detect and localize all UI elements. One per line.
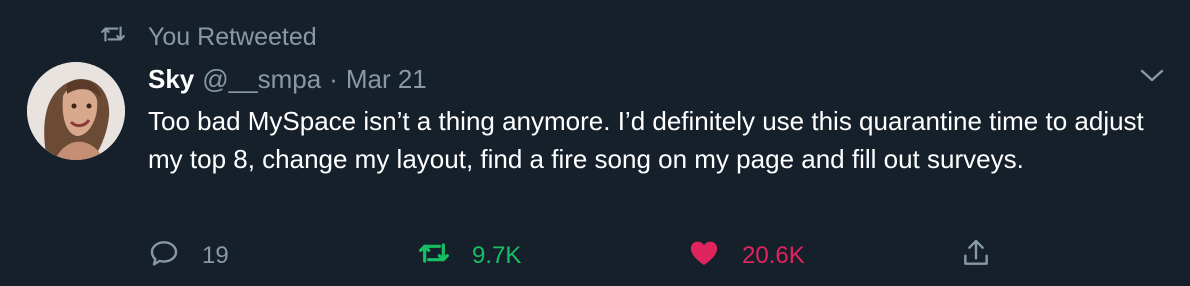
reply-button[interactable]: 19 (148, 236, 229, 276)
retweet-context: You Retweeted (100, 22, 317, 52)
share-icon (960, 237, 1014, 276)
share-button[interactable] (960, 236, 1014, 276)
retweet-icon (418, 237, 472, 276)
retweet-icon (100, 21, 148, 54)
header-separator: · (329, 63, 338, 94)
author-handle[interactable]: @__smpa (202, 64, 321, 95)
like-button[interactable]: 20.6K (688, 236, 805, 276)
avatar[interactable] (27, 62, 125, 160)
tweet-card[interactable]: You Retweeted Sky @__smpa · Mar 21 Too b… (0, 0, 1190, 286)
like-count: 20.6K (742, 242, 805, 269)
chevron-down-icon[interactable] (1138, 64, 1166, 86)
retweet-count: 9.7K (472, 242, 522, 269)
heart-icon (688, 237, 742, 276)
retweet-context-label: You Retweeted (148, 22, 317, 51)
reply-count: 19 (202, 242, 229, 269)
tweet-header: Sky @__smpa · Mar 21 (148, 63, 427, 95)
reply-icon (148, 237, 202, 276)
author-name[interactable]: Sky (148, 64, 194, 95)
retweet-button[interactable]: 9.7K (418, 236, 521, 276)
tweet-date[interactable]: Mar 21 (346, 64, 427, 95)
tweet-actions: 19 9.7K 20.6K (148, 236, 1008, 276)
tweet-text: Too bad MySpace isn’t a thing anymore. I… (148, 106, 1144, 174)
